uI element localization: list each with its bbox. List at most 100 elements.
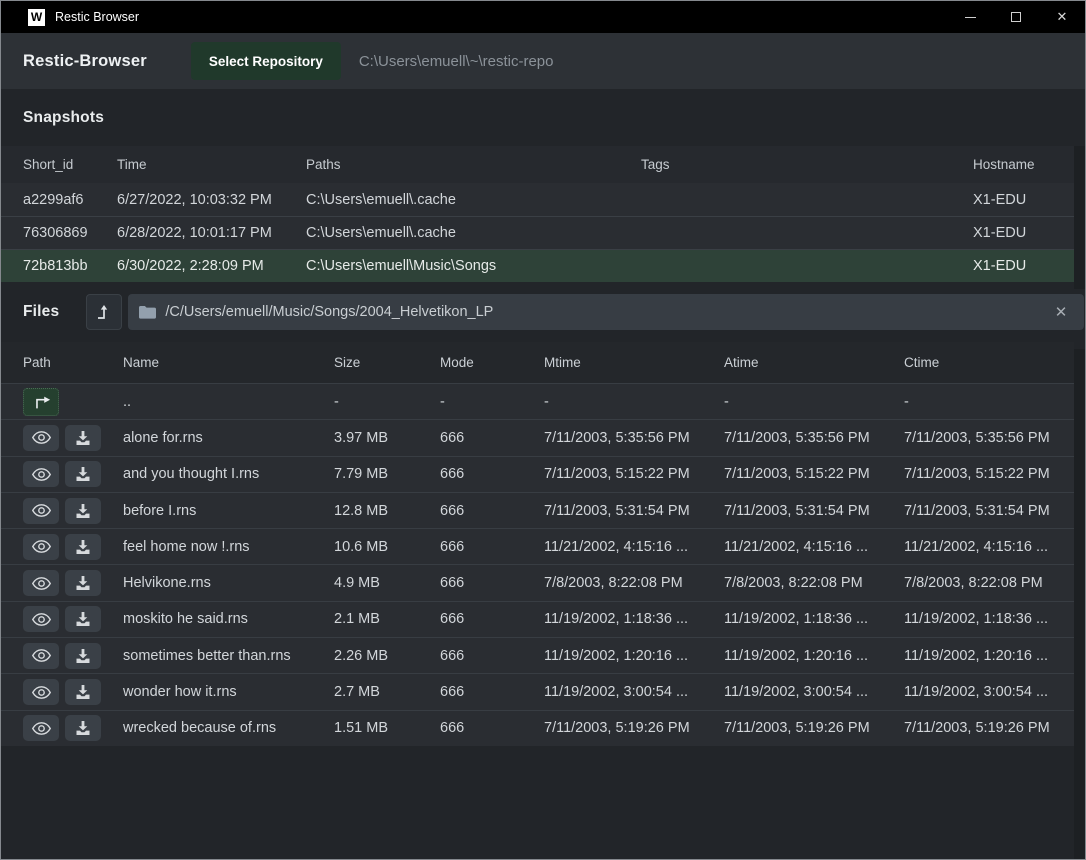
column-path: Path <box>23 355 123 370</box>
file-row-parent[interactable]: ..----- <box>1 383 1074 419</box>
file-mode: 666 <box>440 539 544 555</box>
current-path-field[interactable]: /C/Users/emuell/Music/Songs/2004_Helveti… <box>128 294 1084 330</box>
file-size: 10.6 MB <box>334 539 440 555</box>
download-button[interactable] <box>65 606 101 632</box>
file-mode: 666 <box>440 648 544 664</box>
file-mode: 666 <box>440 503 544 519</box>
eye-icon <box>31 467 52 482</box>
current-path-value: /C/Users/emuell/Music/Songs/2004_Helveti… <box>165 304 1050 320</box>
maximize-button[interactable] <box>993 1 1039 33</box>
parent-dir-button[interactable] <box>23 388 59 416</box>
file-atime: 11/19/2002, 3:00:54 ... <box>724 684 904 700</box>
snapshot-hostname: X1-EDU <box>973 225 1074 241</box>
snapshot-short-id: 72b813bb <box>23 258 117 274</box>
download-icon <box>75 539 91 555</box>
download-button[interactable] <box>65 715 101 741</box>
column-time: Time <box>117 157 306 172</box>
snapshots-scrollbar-track[interactable] <box>1074 146 1085 289</box>
preview-button[interactable] <box>23 715 59 741</box>
file-size: - <box>334 394 440 410</box>
snapshot-row[interactable]: 72b813bb6/30/2022, 2:28:09 PMC:\Users\em… <box>1 249 1074 282</box>
download-button[interactable] <box>65 643 101 669</box>
file-mtime: 11/19/2002, 1:20:16 ... <box>544 648 724 664</box>
file-row[interactable]: feel home now !.rns10.6 MB66611/21/2002,… <box>1 528 1074 564</box>
file-ctime: 7/11/2003, 5:35:56 PM <box>904 430 1074 446</box>
snapshot-paths: C:\Users\emuell\.cache <box>306 192 641 208</box>
file-row-actions <box>23 679 123 705</box>
snapshots-table-header: Short_id Time Paths Tags Hostname <box>1 146 1074 183</box>
file-mode: 666 <box>440 720 544 736</box>
file-size: 2.7 MB <box>334 684 440 700</box>
file-atime: 7/11/2003, 5:31:54 PM <box>724 503 904 519</box>
snapshot-short-id: 76306869 <box>23 225 117 241</box>
download-icon <box>75 720 91 736</box>
preview-button[interactable] <box>23 606 59 632</box>
file-name: Helvikone.rns <box>123 575 334 591</box>
file-mode: 666 <box>440 466 544 482</box>
close-button[interactable]: ✕ <box>1039 1 1085 33</box>
snapshot-hostname: X1-EDU <box>973 192 1074 208</box>
eye-icon <box>31 503 52 518</box>
snapshot-time: 6/30/2022, 2:28:09 PM <box>117 258 306 274</box>
header-bar: Restic-Browser Select Repository C:\User… <box>1 33 1085 89</box>
close-icon: ✕ <box>1057 9 1068 25</box>
preview-button[interactable] <box>23 498 59 524</box>
file-size: 2.1 MB <box>334 611 440 627</box>
file-mtime: 11/21/2002, 4:15:16 ... <box>544 539 724 555</box>
download-button[interactable] <box>65 498 101 524</box>
preview-button[interactable] <box>23 534 59 560</box>
file-name: wonder how it.rns <box>123 684 334 700</box>
file-name: and you thought I.rns <box>123 466 334 482</box>
download-button[interactable] <box>65 570 101 596</box>
column-size: Size <box>334 355 440 370</box>
file-row[interactable]: Helvikone.rns4.9 MB6667/8/2003, 8:22:08 … <box>1 564 1074 600</box>
column-short-id: Short_id <box>23 157 117 172</box>
download-button[interactable] <box>65 679 101 705</box>
file-ctime: 7/11/2003, 5:31:54 PM <box>904 503 1074 519</box>
file-row-actions <box>23 606 123 632</box>
files-scrollbar-track[interactable] <box>1074 349 1085 860</box>
clear-path-button[interactable]: ✕ <box>1051 301 1072 323</box>
download-button[interactable] <box>65 425 101 451</box>
file-mode: 666 <box>440 430 544 446</box>
file-row[interactable]: sometimes better than.rns2.26 MB66611/19… <box>1 637 1074 673</box>
snapshot-time: 6/28/2022, 10:01:17 PM <box>117 225 306 241</box>
preview-button[interactable] <box>23 461 59 487</box>
app-icon: W <box>28 9 45 26</box>
file-ctime: 7/8/2003, 8:22:08 PM <box>904 575 1074 591</box>
snapshot-short-id: a2299af6 <box>23 192 117 208</box>
download-button[interactable] <box>65 461 101 487</box>
level-up-button[interactable] <box>86 294 122 330</box>
snapshot-row[interactable]: 763068696/28/2022, 10:01:17 PMC:\Users\e… <box>1 216 1074 249</box>
file-row[interactable]: and you thought I.rns7.79 MB6667/11/2003… <box>1 456 1074 492</box>
file-size: 1.51 MB <box>334 720 440 736</box>
file-row[interactable]: wonder how it.rns2.7 MB66611/19/2002, 3:… <box>1 673 1074 709</box>
file-size: 4.9 MB <box>334 575 440 591</box>
file-mtime: 7/8/2003, 8:22:08 PM <box>544 575 724 591</box>
file-row[interactable]: wrecked because of.rns1.51 MB6667/11/200… <box>1 710 1074 746</box>
preview-button[interactable] <box>23 425 59 451</box>
eye-icon <box>31 539 52 554</box>
file-mode: 666 <box>440 611 544 627</box>
column-paths: Paths <box>306 157 641 172</box>
file-size: 7.79 MB <box>334 466 440 482</box>
titlebar[interactable]: W Restic Browser ✕ <box>1 1 1085 33</box>
preview-button[interactable] <box>23 679 59 705</box>
preview-button[interactable] <box>23 570 59 596</box>
eye-icon <box>31 612 52 627</box>
file-row-actions <box>23 425 123 451</box>
column-name: Name <box>123 355 334 370</box>
download-button[interactable] <box>65 534 101 560</box>
select-repository-button[interactable]: Select Repository <box>191 42 341 80</box>
preview-button[interactable] <box>23 643 59 669</box>
file-row[interactable]: alone for.rns3.97 MB6667/11/2003, 5:35:5… <box>1 419 1074 455</box>
files-bar: Files /C/Users/emuell/Music/Songs/2004_H… <box>1 282 1085 342</box>
file-mtime: 11/19/2002, 1:18:36 ... <box>544 611 724 627</box>
download-icon <box>75 648 91 664</box>
file-row[interactable]: moskito he said.rns2.1 MB66611/19/2002, … <box>1 601 1074 637</box>
snapshot-row[interactable]: a2299af66/27/2022, 10:03:32 PMC:\Users\e… <box>1 183 1074 216</box>
minimize-button[interactable] <box>947 1 993 33</box>
file-mtime: 11/19/2002, 3:00:54 ... <box>544 684 724 700</box>
file-row[interactable]: before I.rns12.8 MB6667/11/2003, 5:31:54… <box>1 492 1074 528</box>
file-size: 2.26 MB <box>334 648 440 664</box>
